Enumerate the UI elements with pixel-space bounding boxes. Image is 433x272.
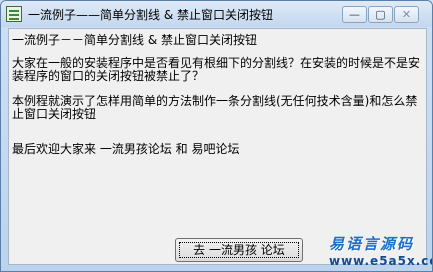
close-button-disabled: ✕ xyxy=(394,6,419,23)
heading-label: 一流例子－－简单分割线 & 禁止窗口关闭按钮 xyxy=(12,33,257,47)
go-forum-button[interactable]: 去 一流男孩 论坛 xyxy=(175,238,303,262)
maximize-icon: ▢ xyxy=(375,8,386,21)
window-title: 一流例子——简单分割线 & 禁止窗口关闭按钮 xyxy=(28,8,273,22)
intro-paragraph: 大家在一般的安装程序中是否看见有根细下的分割线？在安装的时候是不是安装程序的窗口… xyxy=(12,56,421,83)
welcome-text: 最后欢迎大家来 一流男孩论坛 和 易吧论坛 xyxy=(12,142,240,156)
maximize-button[interactable]: ▢ xyxy=(368,6,393,23)
minimize-icon: — xyxy=(349,8,360,21)
go-forum-button-label: 去 一流男孩 论坛 xyxy=(193,243,285,257)
app-icon xyxy=(6,6,22,22)
description-paragraph: 本例程就演示了怎样用简单的方法制作一条分割线(无任何技术含量)和怎么禁止窗口关闭… xyxy=(12,94,418,121)
title-bar[interactable]: 一流例子——简单分割线 & 禁止窗口关闭按钮 — ▢ ✕ xyxy=(1,1,432,27)
watermark-logo: 易语言源码 www.e5a5x.com xyxy=(329,233,432,269)
app-window: 一流例子——简单分割线 & 禁止窗口关闭按钮 — ▢ ✕ 一流例子－－简单分割线… xyxy=(0,0,433,272)
watermark-title: 易语言源码 xyxy=(329,235,415,253)
client-area: 一流例子－－简单分割线 & 禁止窗口关闭按钮 大家在一般的安装程序中是否看见有根… xyxy=(8,28,427,265)
minimize-button[interactable]: — xyxy=(342,6,367,23)
close-icon: ✕ xyxy=(401,8,412,21)
watermark-url: www.e5a5x.com xyxy=(329,254,432,268)
